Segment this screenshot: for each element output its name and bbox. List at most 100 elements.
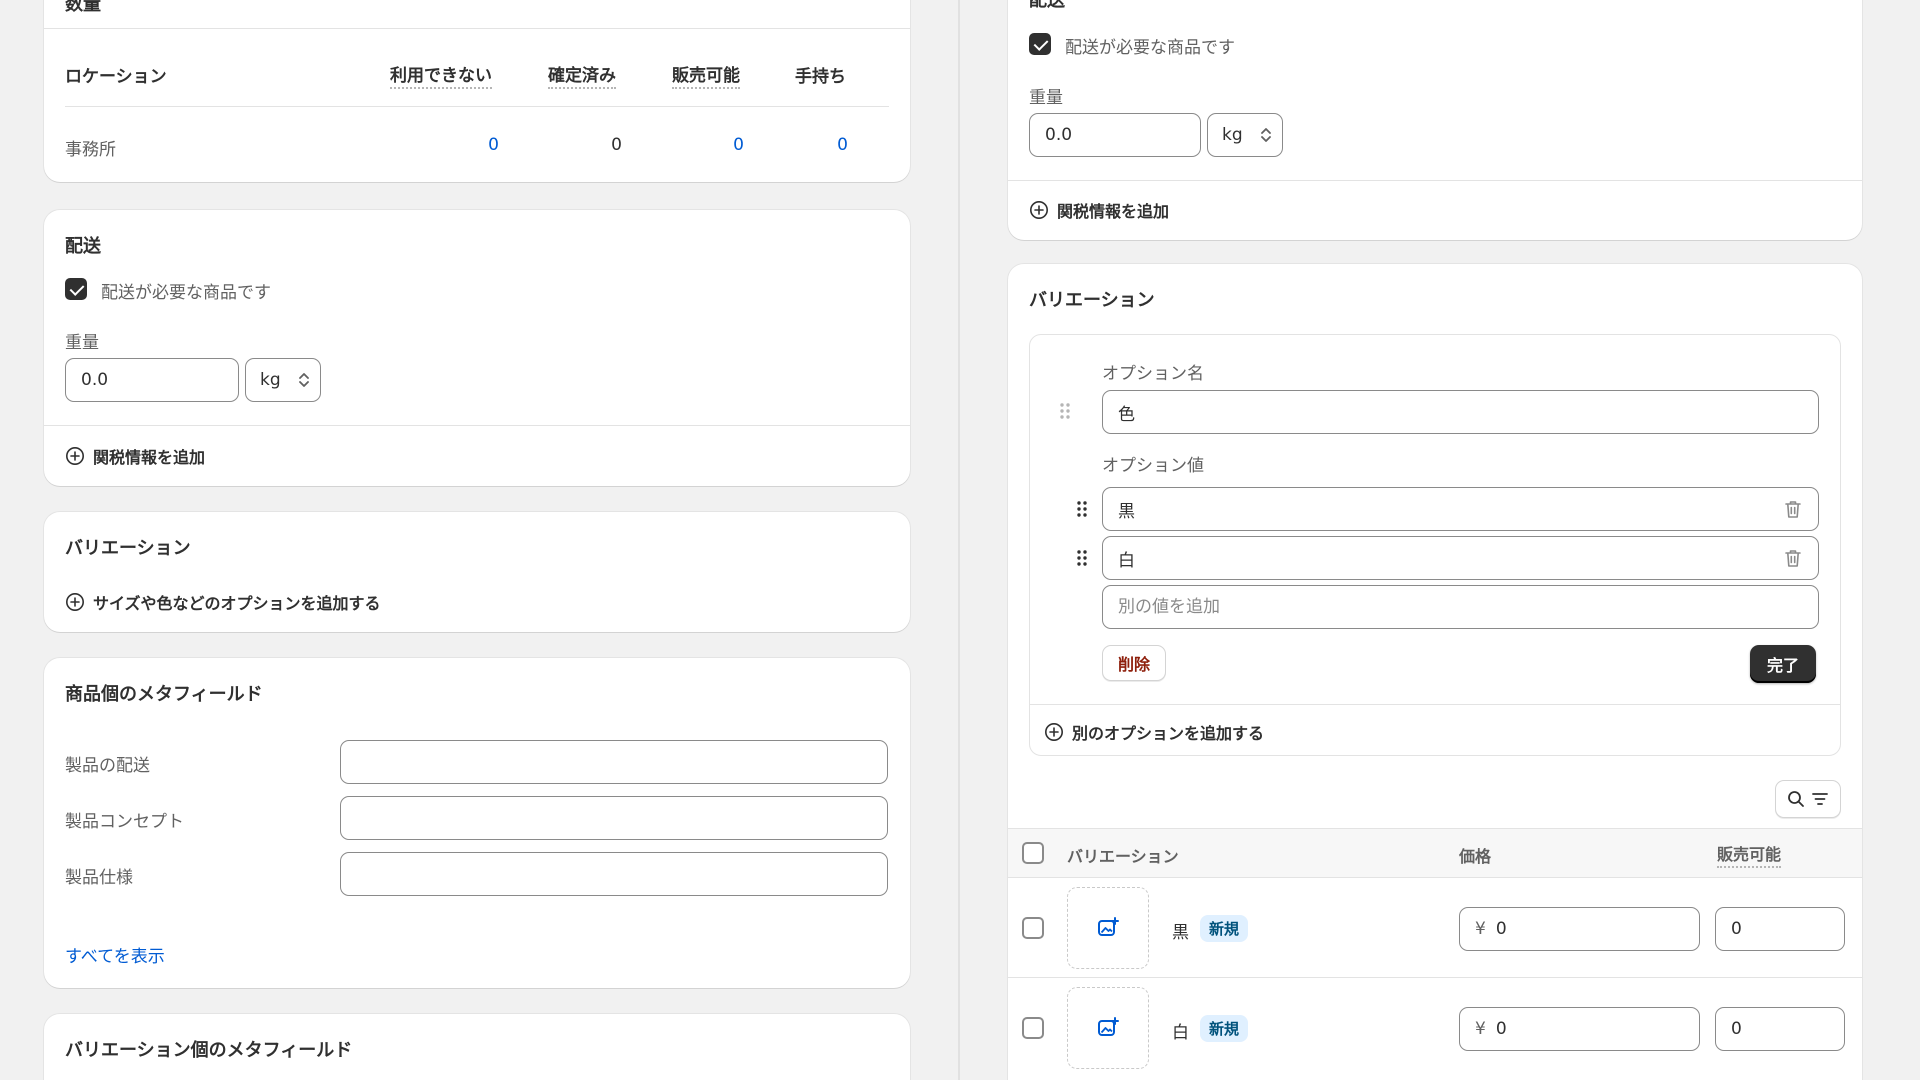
image-add-icon	[1096, 916, 1120, 940]
metafield-label: 製品仕様	[65, 868, 133, 888]
variants-card: バリエーション サイズや色などのオプションを追加する	[44, 512, 910, 632]
select-all-checkbox[interactable]	[1022, 842, 1044, 864]
price-input[interactable]: ¥ 0	[1459, 1007, 1700, 1051]
add-options-button[interactable]: サイズや色などのオプションを追加する	[65, 590, 381, 614]
metafield-input[interactable]	[340, 796, 888, 840]
variants-editor-card: バリエーション オプション名 オプション値 黒 白	[1008, 264, 1862, 1080]
available-input[interactable]	[1715, 1007, 1845, 1051]
plus-circle-icon	[1029, 200, 1049, 220]
weight-unit-select[interactable]: kg	[1207, 113, 1283, 157]
location-name: 事務所	[65, 140, 116, 160]
quantity-card-title: 数量	[65, 0, 101, 15]
option-value-text: 白	[1118, 550, 1135, 571]
shipping-card: 配送 配送が必要な商品です 重量 kg 関税情報を追加	[1008, 0, 1862, 240]
unavailable-qty[interactable]: 0	[439, 135, 499, 155]
shipping-card: 配送 配送が必要な商品です 重量 kg 関税情報を追加	[44, 210, 910, 486]
weight-label: 重量	[65, 333, 99, 353]
shipping-card-title: 配送	[65, 236, 101, 257]
committed-qty: 0	[611, 135, 622, 155]
chevron-updown-icon	[298, 371, 310, 389]
weight-input[interactable]	[65, 358, 239, 402]
row-checkbox[interactable]	[1022, 1017, 1044, 1039]
column-header-unavailable[interactable]: 利用できない	[390, 61, 492, 89]
weight-label: 重量	[1029, 88, 1063, 108]
variant-metafields-card: バリエーション個のメタフィールド	[44, 1014, 910, 1080]
column-header-location: ロケーション	[65, 67, 167, 87]
product-metafields-card: 商品個のメタフィールド 製品の配送 製品コンセプト 製品仕様 すべてを表示	[44, 658, 910, 988]
add-option-value-input[interactable]	[1102, 585, 1819, 629]
add-image-button[interactable]	[1067, 887, 1149, 969]
add-image-button[interactable]	[1067, 987, 1149, 1069]
weight-unit-value: kg	[260, 370, 281, 390]
add-options-label: サイズや色などのオプションを追加する	[93, 594, 381, 613]
column-header-available[interactable]: 販売可能	[672, 61, 740, 89]
right-panel: 配送 配送が必要な商品です 重量 kg 関税情報を追加 バリエーション オプショ…	[960, 0, 1920, 1080]
add-another-option-button[interactable]: 別のオプションを追加する	[1044, 720, 1264, 744]
column-header-available[interactable]: 販売可能	[1717, 841, 1782, 868]
done-button[interactable]: 完了	[1750, 645, 1816, 683]
requires-shipping-label: 配送が必要な商品です	[1065, 38, 1235, 58]
trash-icon[interactable]	[1784, 548, 1802, 568]
new-badge: 新規	[1200, 915, 1249, 942]
option-name-input[interactable]	[1102, 390, 1819, 434]
weight-unit-select[interactable]: kg	[245, 358, 321, 402]
add-customs-info-label: 関税情報を追加	[1057, 202, 1170, 221]
metafield-label: 製品コンセプト	[65, 812, 184, 832]
divider	[1030, 704, 1840, 705]
row-checkbox[interactable]	[1022, 917, 1044, 939]
option-value-input[interactable]: 白	[1102, 536, 1819, 580]
column-header-committed[interactable]: 確定済み	[548, 61, 616, 89]
plus-circle-icon	[1044, 722, 1064, 742]
column-header-price: 価格	[1459, 847, 1492, 866]
divider	[44, 28, 910, 29]
variant-metafields-title: バリエーション個のメタフィールド	[65, 1040, 353, 1061]
option-value-input[interactable]: 黒	[1102, 487, 1819, 531]
column-header-variant: バリエーション	[1067, 847, 1179, 866]
new-badge: 新規	[1200, 1015, 1249, 1042]
table-row[interactable]: 黒 新規 ¥ 0	[1008, 878, 1862, 978]
on-hand-qty[interactable]: 0	[788, 135, 848, 155]
weight-input[interactable]	[1029, 113, 1201, 157]
table-row[interactable]: 白 新規 ¥ 0	[1008, 978, 1862, 1078]
plus-circle-icon	[65, 592, 85, 612]
drag-handle-icon[interactable]	[1058, 401, 1072, 421]
drag-handle-icon[interactable]	[1075, 499, 1089, 519]
trash-icon[interactable]	[1784, 499, 1802, 519]
weight-unit-value: kg	[1222, 125, 1243, 145]
currency-symbol: ¥	[1475, 1019, 1486, 1039]
left-panel: 数量 ロケーション 利用できない 確定済み 販売可能 手持ち 事務所 0 0 0…	[0, 0, 958, 1080]
price-value: 0	[1495, 1019, 1507, 1039]
filter-icon	[1810, 789, 1830, 809]
requires-shipping-label: 配送が必要な商品です	[101, 283, 271, 303]
image-add-icon	[1096, 1016, 1120, 1040]
add-customs-info-label: 関税情報を追加	[93, 448, 206, 467]
available-qty[interactable]: 0	[684, 135, 744, 155]
metafield-input[interactable]	[340, 852, 888, 896]
quantity-card: 数量 ロケーション 利用できない 確定済み 販売可能 手持ち 事務所 0 0 0…	[44, 0, 910, 182]
chevron-updown-icon	[1260, 126, 1272, 144]
available-input[interactable]	[1715, 907, 1845, 951]
variant-name[interactable]: 白	[1172, 1018, 1189, 1043]
search-icon	[1786, 789, 1806, 809]
add-customs-info-button[interactable]: 関税情報を追加	[65, 444, 205, 468]
price-input[interactable]: ¥ 0	[1459, 907, 1700, 951]
requires-shipping-checkbox[interactable]	[1029, 33, 1051, 55]
option-value-text: 黒	[1118, 501, 1135, 522]
price-value: 0	[1495, 919, 1507, 939]
drag-handle-icon[interactable]	[1075, 548, 1089, 568]
divider	[44, 425, 910, 426]
option-values-label: オプション値	[1102, 456, 1204, 476]
divider	[1008, 180, 1862, 181]
requires-shipping-checkbox[interactable]	[65, 278, 87, 300]
option-name-label: オプション名	[1102, 364, 1204, 384]
currency-symbol: ¥	[1475, 919, 1486, 939]
metafield-input[interactable]	[340, 740, 888, 784]
variant-name[interactable]: 黒	[1172, 918, 1189, 943]
show-all-link[interactable]: すべてを表示	[65, 942, 165, 967]
delete-option-button[interactable]: 削除	[1102, 645, 1166, 681]
search-filter-button[interactable]	[1775, 780, 1841, 818]
add-another-option-label: 別のオプションを追加する	[1072, 724, 1265, 743]
add-customs-info-button[interactable]: 関税情報を追加	[1029, 198, 1169, 222]
variants-table-header: バリエーション 価格 販売可能	[1008, 828, 1862, 878]
variants-card-title: バリエーション	[1029, 290, 1155, 311]
